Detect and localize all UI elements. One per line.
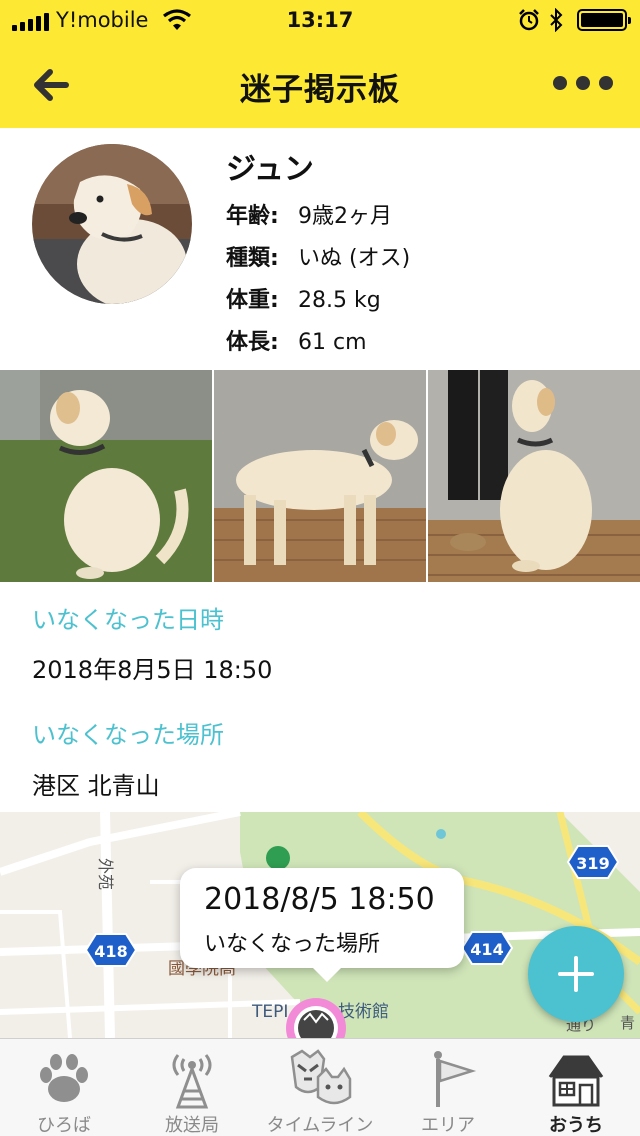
route-shield-414: 414 <box>460 931 514 965</box>
tab-label: タイムライン <box>266 1115 374 1136</box>
pet-photo-3[interactable] <box>428 370 640 582</box>
info-length: 体長: 61 cm <box>226 324 367 356</box>
add-post-button[interactable] <box>528 926 624 1022</box>
weight-value: 28.5 kg <box>298 288 381 313</box>
pet-photo-1[interactable] <box>0 370 212 582</box>
tab-area[interactable]: エリア <box>384 1039 512 1136</box>
lost-date-value: 2018年8月5日 18:50 <box>32 656 273 684</box>
lost-place-value: 港区 北青山 <box>32 772 160 800</box>
info-age: 年齢: 9歳2ヶ月 <box>226 198 392 230</box>
lost-date-label: いなくなった日時 <box>32 606 224 634</box>
tab-label: ひろば <box>37 1115 91 1136</box>
house-icon <box>548 1055 604 1107</box>
callout-time: 2018/8/5 18:50 <box>204 882 435 917</box>
route-shield-319: 319 <box>566 845 620 879</box>
paw-icon <box>40 1054 88 1102</box>
page-title: 迷子掲示板 <box>240 72 400 108</box>
tab-housoukyoku[interactable]: 放送局 <box>128 1039 256 1136</box>
svg-text:319: 319 <box>576 854 609 873</box>
status-bar: Y!mobile 13:17 <box>0 0 640 40</box>
tab-label: おうち <box>549 1115 603 1136</box>
tab-label: エリア <box>421 1115 475 1136</box>
app-header: Y!mobile 13:17 迷子掲示板 <box>0 0 640 128</box>
tab-timeline[interactable]: タイムライン <box>256 1039 384 1136</box>
type-label: 種類: <box>226 246 279 271</box>
alarm-icon <box>519 9 539 31</box>
map-poi-label: TEPI <box>251 1002 288 1022</box>
age-value: 9歳2ヶ月 <box>298 204 392 229</box>
callout-subtitle: いなくなった場所 <box>204 932 381 957</box>
map-callout[interactable]: 2018/8/5 18:50 いなくなった場所 <box>180 868 464 982</box>
battery-icon <box>577 9 631 31</box>
length-value: 61 cm <box>298 330 367 355</box>
length-label: 体長: <box>226 330 279 355</box>
flag-icon <box>434 1051 477 1107</box>
type-value: いぬ (オス) <box>298 246 411 271</box>
pets-faces-icon <box>290 1049 352 1105</box>
bottom-tab-bar: ひろば 放送局 タイムライン エリア おうち <box>0 1038 640 1136</box>
pet-avatar[interactable] <box>32 144 192 304</box>
bluetooth-icon <box>550 8 563 32</box>
lost-place-label: いなくなった場所 <box>32 721 224 749</box>
photo-gallery <box>0 370 640 582</box>
tab-ouchi[interactable]: おうち <box>512 1039 640 1136</box>
tab-label: 放送局 <box>165 1115 219 1136</box>
antenna-icon <box>172 1054 212 1109</box>
age-label: 年齢: <box>226 204 279 229</box>
status-time: 13:17 <box>286 8 354 32</box>
svg-text:418: 418 <box>94 942 127 961</box>
map-road-label: 外苑 <box>96 858 115 890</box>
route-shield-418: 418 <box>84 933 138 967</box>
pet-photo-2[interactable] <box>214 370 426 582</box>
info-weight: 体重: 28.5 kg <box>226 282 381 314</box>
weight-label: 体重: <box>226 288 279 313</box>
pet-name: ジュン <box>226 152 314 187</box>
svg-text:414: 414 <box>470 940 503 959</box>
more-dots-icon[interactable] <box>548 66 618 100</box>
tab-hiroba[interactable]: ひろば <box>0 1039 128 1136</box>
plus-icon <box>558 956 594 992</box>
info-type: 種類: いぬ (オス) <box>226 240 410 272</box>
map-poi-label: 技術館 <box>338 1002 389 1022</box>
